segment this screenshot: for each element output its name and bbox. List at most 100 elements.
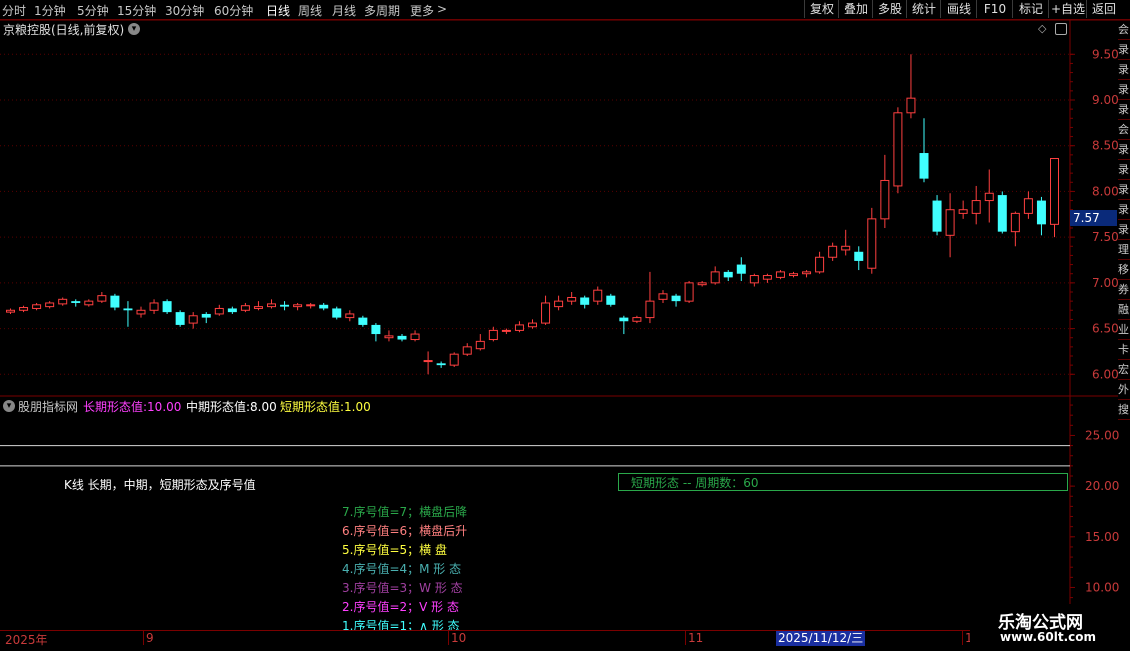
side-tab-item[interactable]: 外 (1118, 380, 1130, 400)
candle-body-up (423, 360, 433, 363)
side-tab-item[interactable]: 融 (1118, 300, 1130, 320)
candle-body-down (997, 195, 1007, 232)
legend-item: 7.序号值=7；横盘后降 (342, 505, 468, 519)
price-tick-label: 6.00 (1092, 367, 1119, 381)
side-tab-item[interactable]: 宏 (1118, 360, 1130, 380)
date-label-year: 2025年 (5, 633, 48, 647)
price-chart-canvas[interactable]: 9.50 9.00 8.50 8.00 7.50 7.00 6.50 6.00 25.00 20.… (0, 0, 1130, 650)
candle-body-down (175, 312, 185, 325)
candle-body-up (880, 179, 890, 220)
candle-body-up (984, 192, 994, 202)
candle-body-up (958, 209, 968, 214)
candle-body-up (828, 245, 838, 258)
side-tab-item[interactable]: 卡 (1118, 340, 1130, 360)
candle-body-up (188, 315, 198, 324)
side-tab-item[interactable]: 理 (1118, 240, 1130, 260)
legend-item: 3.序号值=3；W 形 态 (342, 581, 463, 595)
side-tab-item[interactable]: 录 (1118, 160, 1130, 180)
candle-body-up (306, 304, 316, 307)
legend-item: 5.序号值=5；横 盘 (342, 543, 447, 557)
candle-body-down (919, 153, 929, 179)
candle-body-down (280, 304, 290, 307)
side-tab-item[interactable]: 业 (1118, 320, 1130, 340)
diamond-icon[interactable]: ◇ (1038, 22, 1046, 35)
candle-body-up (593, 289, 603, 302)
side-tab-item[interactable]: 会 (1118, 20, 1130, 40)
side-tab-item[interactable]: 录 (1118, 200, 1130, 220)
candle-body-up (384, 335, 394, 339)
candle-body-up (554, 300, 564, 308)
current-price-tag: 7.57 (1070, 210, 1117, 226)
candle-body-up (410, 333, 420, 341)
indicator-name: 股朋指标网 (18, 400, 79, 414)
candle-body-up (514, 324, 524, 331)
candle-body-down (671, 295, 681, 302)
side-tab-item[interactable]: 录 (1118, 40, 1130, 60)
candle-body-up (293, 304, 303, 308)
candle-body-up (1050, 158, 1059, 225)
price-tick-label: 7.00 (1092, 276, 1119, 290)
candle-body-up (775, 271, 785, 278)
candle-body-down (123, 308, 133, 311)
candle-body-up (684, 282, 694, 302)
side-tab-item[interactable]: 会 (1118, 120, 1130, 140)
indicator-tick-label: 25.00 (1085, 428, 1119, 442)
chevron-down-icon[interactable]: ▾ (128, 23, 140, 35)
candle-body-down (606, 295, 616, 305)
candle-body-up (658, 293, 668, 300)
candle-body-up (19, 307, 29, 311)
candle-body-up (475, 340, 485, 350)
candle-body-down (854, 251, 864, 261)
candle-body-up (567, 296, 577, 302)
candle-body-up (345, 313, 355, 319)
candle-body-up (149, 302, 159, 311)
candle-body-up (240, 305, 250, 311)
window-icon[interactable] (1055, 23, 1067, 35)
candle-body-up (893, 112, 903, 187)
candle-body-up (802, 271, 812, 275)
candle-body-up (789, 273, 798, 277)
date-label-sep: 9 (146, 631, 154, 645)
side-tab-item[interactable]: 搜 (1118, 400, 1130, 420)
candle-body-down (932, 200, 942, 232)
short-term-label: 短期形态值:1.00 (280, 400, 371, 414)
side-tab-item[interactable]: 录 (1118, 100, 1130, 120)
candle-body-up (45, 302, 55, 308)
side-tab-list[interactable]: 会录录录录会录录录录录理移券融业卡宏外搜 (1118, 20, 1130, 630)
candle-body-up (749, 275, 759, 284)
selected-date: 2025/11/12/三 (776, 631, 866, 646)
side-tab-item[interactable]: 录 (1118, 80, 1130, 100)
candle-body-down (436, 363, 446, 366)
candle-body-down (162, 301, 172, 313)
side-tab-item[interactable]: 移 (1118, 260, 1130, 280)
candle-body-down (319, 304, 329, 309)
candle-body-up (32, 304, 42, 309)
candle-body-down (371, 324, 381, 335)
candle-body-down (358, 317, 368, 325)
candle-body-up (136, 309, 146, 315)
candle-body-up (214, 307, 224, 315)
mid-term-label: 中期形态值:8.00 (186, 400, 277, 414)
side-tab-item[interactable]: 录 (1118, 60, 1130, 80)
candle-body-up (945, 209, 955, 236)
candle-body-up (97, 295, 107, 302)
candle-body-down (580, 297, 590, 305)
side-tab-item[interactable]: 录 (1118, 140, 1130, 160)
candle-body-up (267, 303, 276, 308)
candle-body-up (841, 245, 851, 251)
side-tab-item[interactable]: 录 (1118, 180, 1130, 200)
price-tick-label: 9.00 (1092, 93, 1119, 107)
candle-body-up (906, 97, 916, 114)
indicator-tick-label: 20.00 (1085, 479, 1119, 493)
watermark: 乐淘公式网 www.60lt.com (970, 604, 1130, 650)
chevron-down-icon[interactable]: ▾ (3, 400, 15, 412)
candle-body-up (645, 300, 655, 319)
candle-body-down (1036, 200, 1046, 225)
candle-body-down (71, 301, 81, 303)
candle-body-down (201, 313, 211, 318)
side-tab-item[interactable]: 券 (1118, 280, 1130, 300)
candle-body-up (253, 306, 263, 309)
candle-body-up (867, 218, 877, 269)
indicator-tick-label: 15.00 (1085, 530, 1119, 544)
side-tab-item[interactable]: 录 (1118, 220, 1130, 240)
